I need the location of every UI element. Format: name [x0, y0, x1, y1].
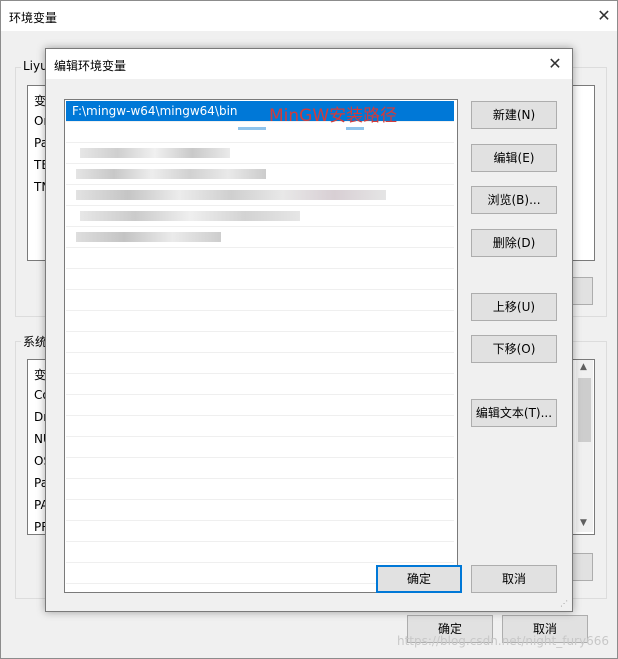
scrollbar-thumb[interactable]: [578, 378, 591, 442]
close-icon[interactable]: ✕: [546, 55, 564, 73]
blurred-content: [76, 190, 386, 200]
list-item: [66, 500, 454, 521]
list-item: [66, 458, 454, 479]
window-titlebar: 环境变量 ✕: [1, 1, 617, 31]
resize-grip-icon[interactable]: ⋰: [560, 599, 570, 609]
scroll-up-icon[interactable]: ▲: [580, 362, 587, 372]
watermark: https://blog.csdn.net/night_fury666: [397, 634, 609, 648]
scrollbar[interactable]: ▲ ▼: [576, 360, 593, 532]
path-list[interactable]: F:\mingw-w64\mingw64\bin MinGW安装路径: [64, 99, 458, 593]
list-item: [66, 332, 454, 353]
list-item[interactable]: [66, 143, 454, 164]
list-item: [66, 521, 454, 542]
edit-text-button[interactable]: 编辑文本(T)...: [471, 399, 557, 427]
list-item[interactable]: [66, 206, 454, 227]
list-item: [66, 311, 454, 332]
list-item: [66, 353, 454, 374]
user-delete-button-partial[interactable]: [571, 277, 593, 305]
move-up-button[interactable]: 上移(U): [471, 293, 557, 321]
list-item: [66, 542, 454, 563]
path-text: F:\mingw-w64\mingw64\bin: [72, 104, 238, 118]
window-title: 环境变量: [9, 11, 58, 25]
dialog-titlebar: 编辑环境变量 ✕: [46, 49, 572, 79]
list-item: [66, 374, 454, 395]
list-item: [66, 248, 454, 269]
system-delete-button-partial[interactable]: [571, 553, 593, 581]
edit-environment-variable-dialog: 编辑环境变量 ✕ F:\mingw-w64\mingw64\bin MinGW安…: [45, 48, 573, 612]
blurred-content: [76, 232, 221, 242]
blurred-content: [76, 169, 266, 179]
blurred-content: [80, 211, 300, 221]
close-icon[interactable]: ✕: [595, 7, 613, 25]
dialog-cancel-button[interactable]: 取消: [471, 565, 557, 593]
list-item[interactable]: [66, 164, 454, 185]
scroll-down-icon[interactable]: ▼: [580, 518, 587, 528]
list-item[interactable]: [66, 122, 454, 143]
list-item[interactable]: [66, 185, 454, 206]
list-item: [66, 290, 454, 311]
move-down-button[interactable]: 下移(O): [471, 335, 557, 363]
list-item[interactable]: [66, 227, 454, 248]
dialog-ok-button[interactable]: 确定: [376, 565, 462, 593]
dialog-title: 编辑环境变量: [54, 59, 127, 73]
list-item[interactable]: F:\mingw-w64\mingw64\bin MinGW安装路径: [66, 101, 454, 126]
list-item: [66, 395, 454, 416]
blurred-content: [80, 148, 230, 158]
list-item: [66, 416, 454, 437]
delete-button[interactable]: 删除(D): [471, 229, 557, 257]
list-item: [66, 269, 454, 290]
list-item: [66, 437, 454, 458]
blurred-content: [346, 127, 364, 130]
browse-button[interactable]: 浏览(B)...: [471, 186, 557, 214]
edit-button[interactable]: 编辑(E): [471, 144, 557, 172]
new-button[interactable]: 新建(N): [471, 101, 557, 129]
list-item: [66, 479, 454, 500]
blurred-content: [238, 127, 266, 130]
